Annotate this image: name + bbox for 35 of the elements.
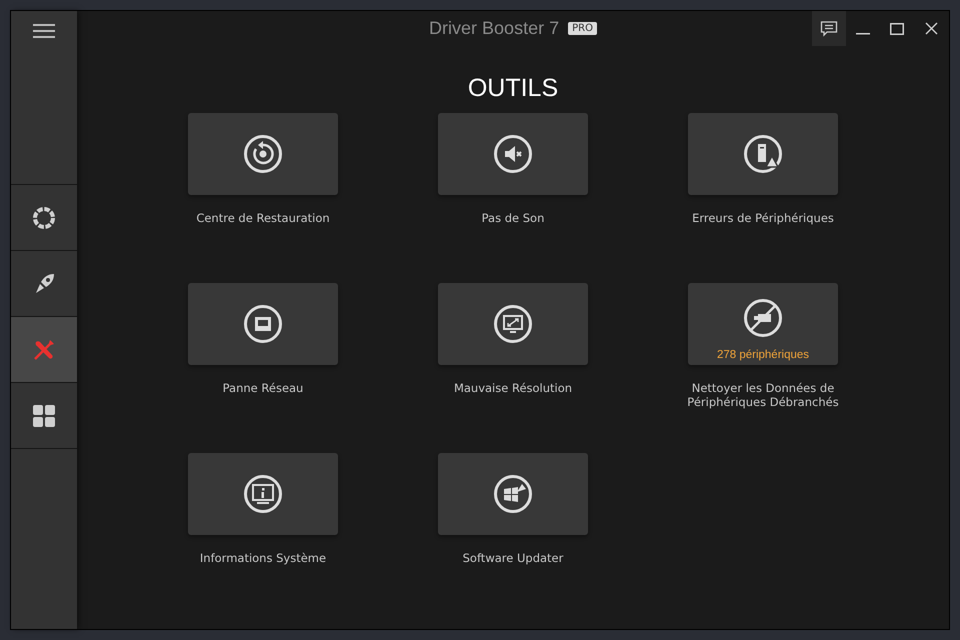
lifebuoy-icon bbox=[32, 206, 56, 230]
device-count: 278 périphériques bbox=[716, 349, 810, 361]
tool-tile[interactable] bbox=[438, 283, 588, 365]
edition-badge: PRO bbox=[568, 22, 597, 35]
tool-label: Informations Système bbox=[198, 551, 328, 565]
page-heading: OUTILS bbox=[466, 74, 560, 102]
tool-tile[interactable]: 278 périphériques bbox=[688, 283, 838, 365]
tool-label: Nettoyer les Données de Périphériques Débranchés bbox=[686, 381, 840, 409]
window-title: Driver Booster 7 bbox=[429, 18, 560, 39]
tool-tile[interactable] bbox=[438, 453, 588, 535]
tool-label: Mauvaise Résolution bbox=[452, 381, 574, 395]
tool-tile[interactable] bbox=[438, 113, 588, 195]
tool-tile[interactable] bbox=[188, 283, 338, 365]
tool-tile[interactable] bbox=[188, 113, 338, 195]
unplugged-usb-icon bbox=[743, 298, 783, 338]
restore-icon bbox=[243, 134, 283, 174]
menu-icon[interactable] bbox=[32, 23, 56, 39]
sidebar-tab[interactable] bbox=[11, 251, 77, 317]
mute-icon bbox=[493, 134, 533, 174]
device-warning-icon bbox=[743, 134, 783, 174]
sidebar-tab[interactable] bbox=[11, 383, 77, 449]
tool-tile[interactable] bbox=[688, 113, 838, 195]
tool-label: Pas de Son bbox=[480, 211, 546, 225]
tool-tile[interactable] bbox=[188, 453, 338, 535]
tool-label: Centre de Restauration bbox=[195, 211, 331, 225]
system-info-icon bbox=[243, 474, 283, 514]
tool-label: Software Updater bbox=[462, 551, 564, 565]
tool-label: Erreurs de Périphériques bbox=[691, 211, 835, 225]
feedback-icon[interactable] bbox=[812, 11, 846, 46]
monitor-resize-icon bbox=[493, 304, 533, 344]
sidebar-tab[interactable] bbox=[11, 185, 77, 251]
windows-update-icon bbox=[493, 474, 533, 514]
tool-label: Panne Réseau bbox=[222, 381, 304, 395]
grid-icon bbox=[33, 404, 55, 426]
network-port-icon bbox=[243, 304, 283, 344]
